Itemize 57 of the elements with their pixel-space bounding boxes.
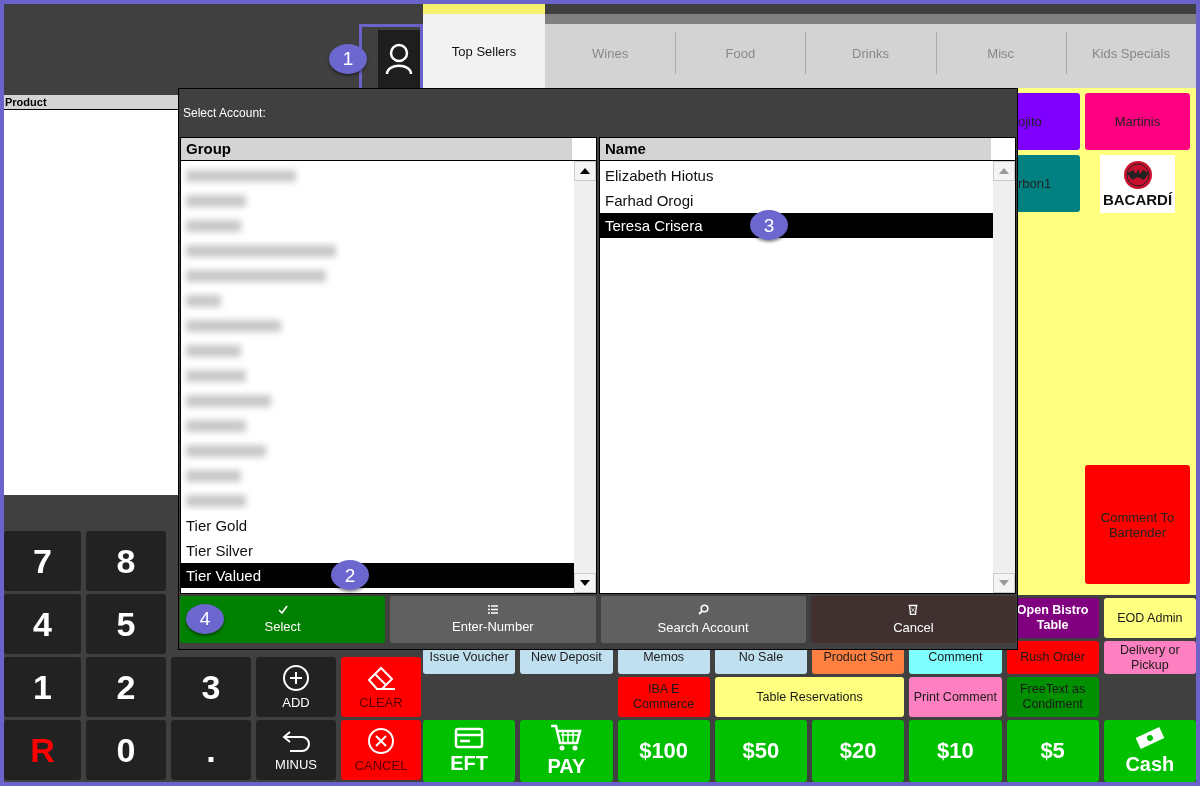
search-button[interactable]: Search Account [600,596,806,643]
column-header: Name [600,138,991,160]
function-button[interactable]: Table Reservations [714,677,905,717]
list-icon [487,605,498,614]
trash-icon [908,604,919,615]
keypad-key[interactable]: R [4,720,81,780]
enter-number-button[interactable]: Enter-Number [390,596,596,643]
list-row[interactable]: Tier Silver [181,538,574,563]
keypad-key[interactable]: 2 [86,657,166,717]
product-tile[interactable]: Martinis [1085,93,1190,150]
list-row[interactable]: Elizabeth Hiotus [600,163,993,188]
return-arrow-icon [280,728,312,754]
list-row[interactable]: Farhad Orogi [600,188,993,213]
keypad-key[interactable]: 0 [86,720,166,780]
plus-icon [282,664,310,692]
emblem-icon [1122,160,1153,190]
minus-button[interactable]: MINUS [256,720,336,780]
keypad-key[interactable]: 5 [86,594,166,654]
keypad-key[interactable]: . [171,720,251,780]
eraser-icon [365,664,397,692]
column-header: Group [181,138,572,160]
callout-badge: 4 [186,604,224,634]
keypad-key[interactable]: 8 [86,531,166,591]
cancel-button[interactable]: CANCEL [341,720,421,780]
keypad-key[interactable]: 3 [171,657,251,717]
cancel-button[interactable]: Cancel [810,596,1016,643]
add-button[interactable]: ADD [256,657,336,717]
cart-icon [549,724,584,752]
user-button[interactable] [378,30,420,88]
search-icon [697,604,709,615]
callout-badge: 1 [329,44,367,74]
category-tab[interactable]: Top Sellers [423,4,545,88]
function-button[interactable]: Delivery or Pickup [1103,641,1196,674]
card-icon [454,727,485,749]
callout-badge: 2 [331,560,369,590]
list-row[interactable]: Tier Gold [181,513,574,538]
function-button[interactable]: IBA E Commerce [617,677,710,717]
function-button[interactable]: EOD Admin [1103,598,1196,638]
keypad-key[interactable]: 7 [4,531,81,591]
function-button[interactable]: Print Comment [909,677,1002,717]
list-row[interactable]: Tier Valued 2 [181,563,574,588]
scroll-up-icon[interactable] [574,161,596,181]
user-icon [385,43,413,75]
cancel-icon [367,727,395,755]
scrollbar[interactable] [574,161,596,593]
function-button[interactable]: FreeText as Condiment [1006,677,1099,717]
function-button[interactable]: Rush Order [1006,641,1099,674]
check-icon [277,605,288,614]
callout-badge: 3 [750,210,788,240]
product-tile[interactable]: Comment To Bartender [1085,465,1190,584]
keypad-key[interactable]: 4 [4,594,81,654]
list-row[interactable]: Teresa Crisera 3 [600,213,993,238]
scroll-down-icon[interactable] [574,573,596,593]
product-tile[interactable]: BACARDÍ [1100,155,1175,213]
clear-button[interactable]: CLEAR [341,657,421,717]
select-button[interactable]: 4 Select [180,596,386,643]
keypad-key[interactable]: 1 [4,657,81,717]
